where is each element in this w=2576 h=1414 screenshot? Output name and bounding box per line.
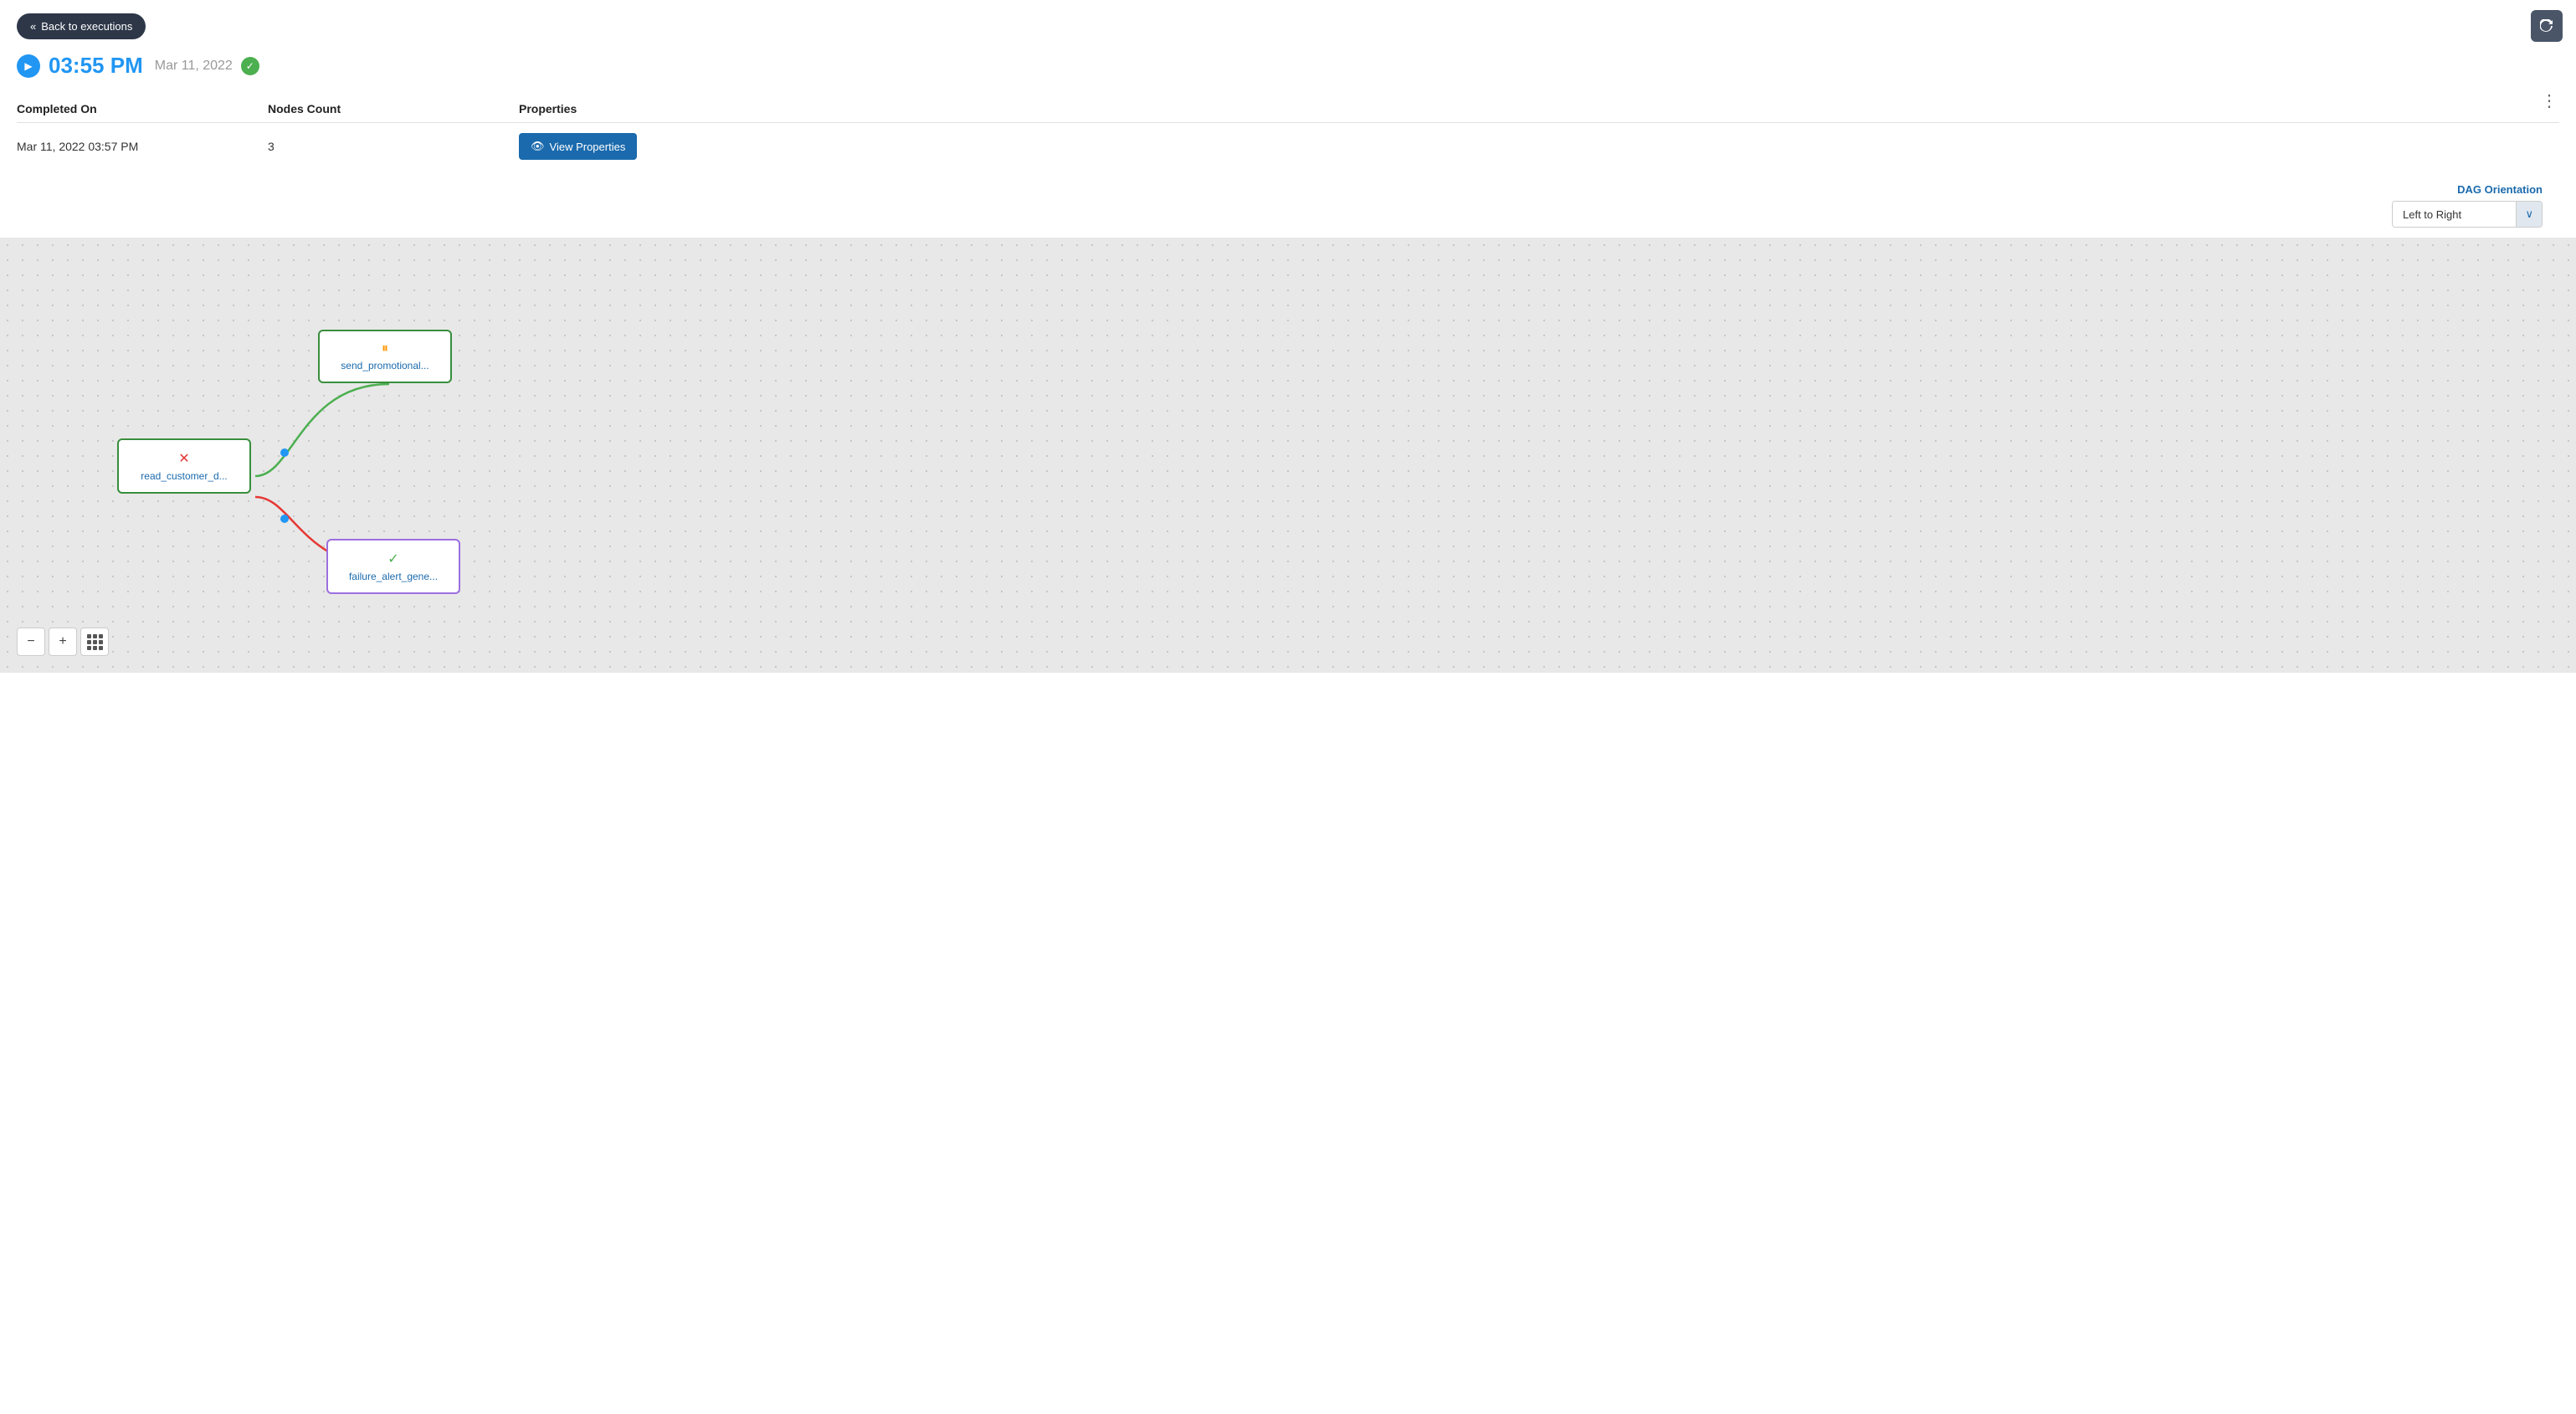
node-read-customer[interactable]: ✕ read_customer_d... <box>117 438 251 494</box>
execution-time: 03:55 PM <box>49 53 143 79</box>
zoom-grid-button[interactable] <box>80 628 109 656</box>
more-menu-button[interactable]: ⋮ <box>2541 90 2559 111</box>
zoom-out-button[interactable]: − <box>17 628 45 656</box>
nodes-count-header: Nodes Count <box>268 95 519 123</box>
dag-orientation-select[interactable]: Left to Right ∨ <box>2392 201 2543 228</box>
node-read-customer-icon: ✕ <box>134 450 234 467</box>
dag-orientation-label: DAG Orientation <box>2457 183 2543 196</box>
success-badge: ✓ <box>241 57 259 75</box>
chevron-down-icon: ∨ <box>2516 202 2542 227</box>
node-failure-alert-icon: ✓ <box>343 551 444 567</box>
dag-canvas: ✕ read_customer_d... ⏸ send_promotional.… <box>0 238 2576 673</box>
node-read-customer-label: read_customer_d... <box>134 470 234 482</box>
execution-info-table: Completed On Nodes Count Properties Mar … <box>17 95 2559 170</box>
dag-orientation-value: Left to Right <box>2393 202 2516 227</box>
node-send-promotional-icon: ⏸ <box>335 341 435 356</box>
node-failure-alert-label: failure_alert_gene... <box>343 571 444 582</box>
properties-header: Properties <box>519 95 2559 123</box>
view-properties-label: View Properties <box>550 141 626 153</box>
back-icon: « <box>30 20 36 33</box>
execution-header: ▶ 03:55 PM Mar 11, 2022 ✓ <box>17 53 2559 79</box>
table-row: Mar 11, 2022 03:57 PM 3 👁 View Propertie… <box>17 123 2559 171</box>
grid-icon <box>87 634 103 650</box>
back-to-executions-button[interactable]: « Back to executions <box>17 13 146 39</box>
eye-icon: 👁 <box>531 140 545 153</box>
node-failure-alert[interactable]: ✓ failure_alert_gene... <box>326 539 460 594</box>
dag-connections-svg <box>0 238 2576 673</box>
back-button-label: Back to executions <box>41 20 132 33</box>
node-send-promotional-label: send_promotional... <box>335 360 435 371</box>
properties-cell: 👁 View Properties <box>519 123 2559 171</box>
zoom-controls: − + <box>17 628 109 656</box>
refresh-button[interactable] <box>2531 10 2563 42</box>
nodes-count-value: 3 <box>268 123 519 171</box>
node-send-promotional[interactable]: ⏸ send_promotional... <box>318 330 452 383</box>
play-icon: ▶ <box>17 54 40 78</box>
dag-orientation-section: DAG Orientation Left to Right ∨ <box>17 183 2559 238</box>
completed-on-value: Mar 11, 2022 03:57 PM <box>17 123 268 171</box>
view-properties-button[interactable]: 👁 View Properties <box>519 133 637 160</box>
zoom-in-button[interactable]: + <box>49 628 77 656</box>
execution-date: Mar 11, 2022 <box>155 59 233 74</box>
completed-on-header: Completed On <box>17 95 268 123</box>
